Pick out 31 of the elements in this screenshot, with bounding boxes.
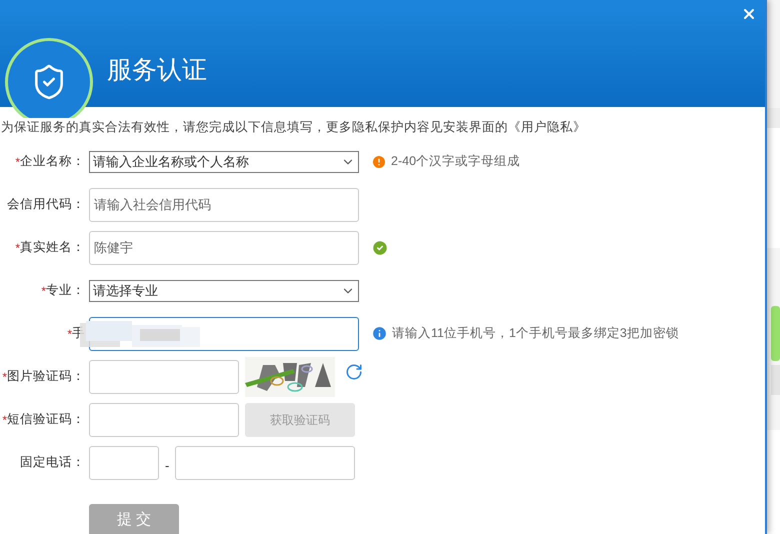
field-label: 短信验证码： (7, 411, 85, 428)
required-mark: * (2, 412, 7, 429)
field-hint: 2-40个汉字或字母组成 (391, 153, 520, 170)
input-field[interactable] (89, 402, 239, 437)
input-field[interactable] (89, 360, 239, 394)
dropdown-field[interactable]: 请输入企业名称或个人名称 (89, 150, 359, 173)
required-mark: * (41, 282, 46, 300)
info-icon (371, 325, 388, 342)
phone-number-field[interactable] (175, 446, 356, 480)
dropdown-field[interactable]: 请选择专业 (89, 280, 359, 302)
input-field[interactable]: 陈健宇 (89, 230, 359, 265)
required-mark: * (15, 154, 20, 171)
field-label: 专业： (46, 282, 85, 300)
warning-icon (371, 154, 387, 170)
refresh-icon[interactable] (345, 362, 363, 381)
input-field[interactable]: 请输入社会信用代码 (89, 188, 359, 222)
field-label: 手 (72, 325, 85, 342)
required-mark: * (2, 368, 7, 386)
field-label: 固定电话： (20, 454, 85, 472)
field-label: 企业名称： (20, 153, 85, 170)
area-code-field[interactable] (89, 446, 159, 480)
close-icon (741, 6, 757, 22)
required-mark: * (67, 326, 72, 343)
field-hint: 请输入11位手机号，1个手机号最多绑定3把加密锁 (392, 325, 679, 342)
field-label: 图片验证码： (7, 368, 85, 386)
check-icon (371, 238, 389, 257)
separator: - (165, 457, 170, 475)
required-mark: * (15, 240, 20, 257)
field-label: 真实姓名： (20, 239, 85, 256)
field-label: 会信用代码： (7, 196, 85, 214)
dialog-title: 服务认证 (107, 54, 207, 86)
